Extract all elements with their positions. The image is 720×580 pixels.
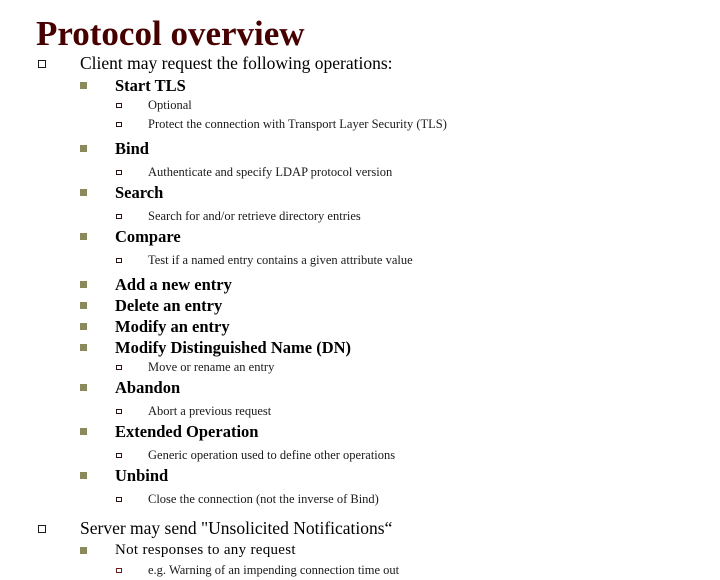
small-square-outline-icon <box>0 96 148 115</box>
outline-item-bind-detail-0: Authenticate and specify LDAP protocol v… <box>0 163 720 182</box>
outline-item-bind: Bind <box>0 138 720 159</box>
outline-item-abandon-detail-0: Abort a previous request <box>0 402 720 421</box>
operation-detail: Generic operation used to define other o… <box>148 448 396 462</box>
operation-name: Modify Distinguished Name (DN) <box>115 338 352 357</box>
outline-item-start-tls: Start TLS <box>0 75 720 96</box>
square-filled-icon <box>0 274 115 295</box>
small-square-outline-icon <box>0 561 148 580</box>
small-square-outline-icon <box>0 402 148 421</box>
operation-name: Compare <box>115 227 181 246</box>
outline-item-not-responses: Not responses to any request <box>0 540 720 561</box>
operation-detail: Move or rename an entry <box>148 360 275 374</box>
small-square-outline-icon <box>0 358 148 377</box>
square-filled-icon <box>0 316 115 337</box>
square-filled-icon <box>0 295 115 316</box>
small-square-outline-icon <box>0 207 148 226</box>
operation-name: Delete an entry <box>115 296 223 315</box>
outline-item-unbind: Unbind <box>0 465 720 486</box>
operation-name: Start TLS <box>115 76 186 95</box>
outline-item-level1-server: Server may send "Unsolicited Notificatio… <box>0 517 720 540</box>
operation-detail: Optional <box>148 98 192 112</box>
operation-detail: Authenticate and specify LDAP protocol v… <box>148 165 393 179</box>
outline-item-level1-client: Client may request the following operati… <box>0 52 720 75</box>
outline-item-add-entry: Add a new entry <box>0 274 720 295</box>
outline-item-start-tls-detail-0: Optional <box>0 96 720 115</box>
small-square-outline-icon <box>0 251 148 270</box>
outline-item-search-detail-0: Search for and/or retrieve directory ent… <box>0 207 720 226</box>
outline-item-abandon: Abandon <box>0 377 720 398</box>
square-filled-icon <box>0 337 115 358</box>
operation-name: Search <box>115 183 164 202</box>
slide-body: Client may request the following operati… <box>0 52 720 580</box>
outline-item-modify-dn: Modify Distinguished Name (DN) <box>0 337 720 358</box>
outline-heading-client: Client may request the following operati… <box>80 53 393 73</box>
outline-item-delete-entry: Delete an entry <box>0 295 720 316</box>
small-square-outline-icon <box>0 490 148 509</box>
outline-item-start-tls-detail-1: Protect the connection with Transport La… <box>0 115 720 134</box>
square-outline-icon <box>0 517 80 540</box>
outline-item-search: Search <box>0 182 720 203</box>
square-filled-icon <box>0 226 115 247</box>
slide-title: Protocol overview <box>36 14 305 53</box>
operation-name: Extended Operation <box>115 422 259 441</box>
operation-name: Unbind <box>115 466 169 485</box>
small-square-outline-icon <box>0 446 148 465</box>
operation-detail: Protect the connection with Transport La… <box>148 117 447 131</box>
server-item-detail: e.g. Warning of an impending connection … <box>148 563 400 577</box>
square-filled-icon <box>0 421 115 442</box>
outline-item-compare-detail-0: Test if a named entry contains a given a… <box>0 251 720 270</box>
operation-name: Add a new entry <box>115 275 232 294</box>
outline-item-modify-dn-detail-0: Move or rename an entry <box>0 358 720 377</box>
operation-detail: Close the connection (not the inverse of… <box>148 492 379 506</box>
square-filled-icon <box>0 377 115 398</box>
square-filled-icon <box>0 182 115 203</box>
square-filled-icon <box>0 75 115 96</box>
square-filled-icon <box>0 540 115 561</box>
outline-heading-server: Server may send "Unsolicited Notificatio… <box>80 518 393 538</box>
operation-detail: Search for and/or retrieve directory ent… <box>148 209 361 223</box>
outline-item-extended-operation-detail-0: Generic operation used to define other o… <box>0 446 720 465</box>
operation-name: Bind <box>115 139 149 158</box>
server-item-name: Not responses to any request <box>115 542 296 558</box>
operation-detail: Abort a previous request <box>148 404 272 418</box>
outline-item-unbind-detail-0: Close the connection (not the inverse of… <box>0 490 720 509</box>
operation-detail: Test if a named entry contains a given a… <box>148 253 413 267</box>
outline-item-compare: Compare <box>0 226 720 247</box>
square-filled-icon <box>0 138 115 159</box>
small-square-outline-icon <box>0 115 148 134</box>
small-square-outline-icon <box>0 163 148 182</box>
outline-item-modify-entry: Modify an entry <box>0 316 720 337</box>
presentation-slide: Protocol overview Client may request the… <box>0 0 720 577</box>
outline-item-not-responses-detail-0: e.g. Warning of an impending connection … <box>0 561 720 580</box>
square-filled-icon <box>0 465 115 486</box>
outline-item-extended-operation: Extended Operation <box>0 421 720 442</box>
operation-name: Abandon <box>115 378 181 397</box>
operation-name: Modify an entry <box>115 317 230 336</box>
square-outline-icon <box>0 52 80 75</box>
